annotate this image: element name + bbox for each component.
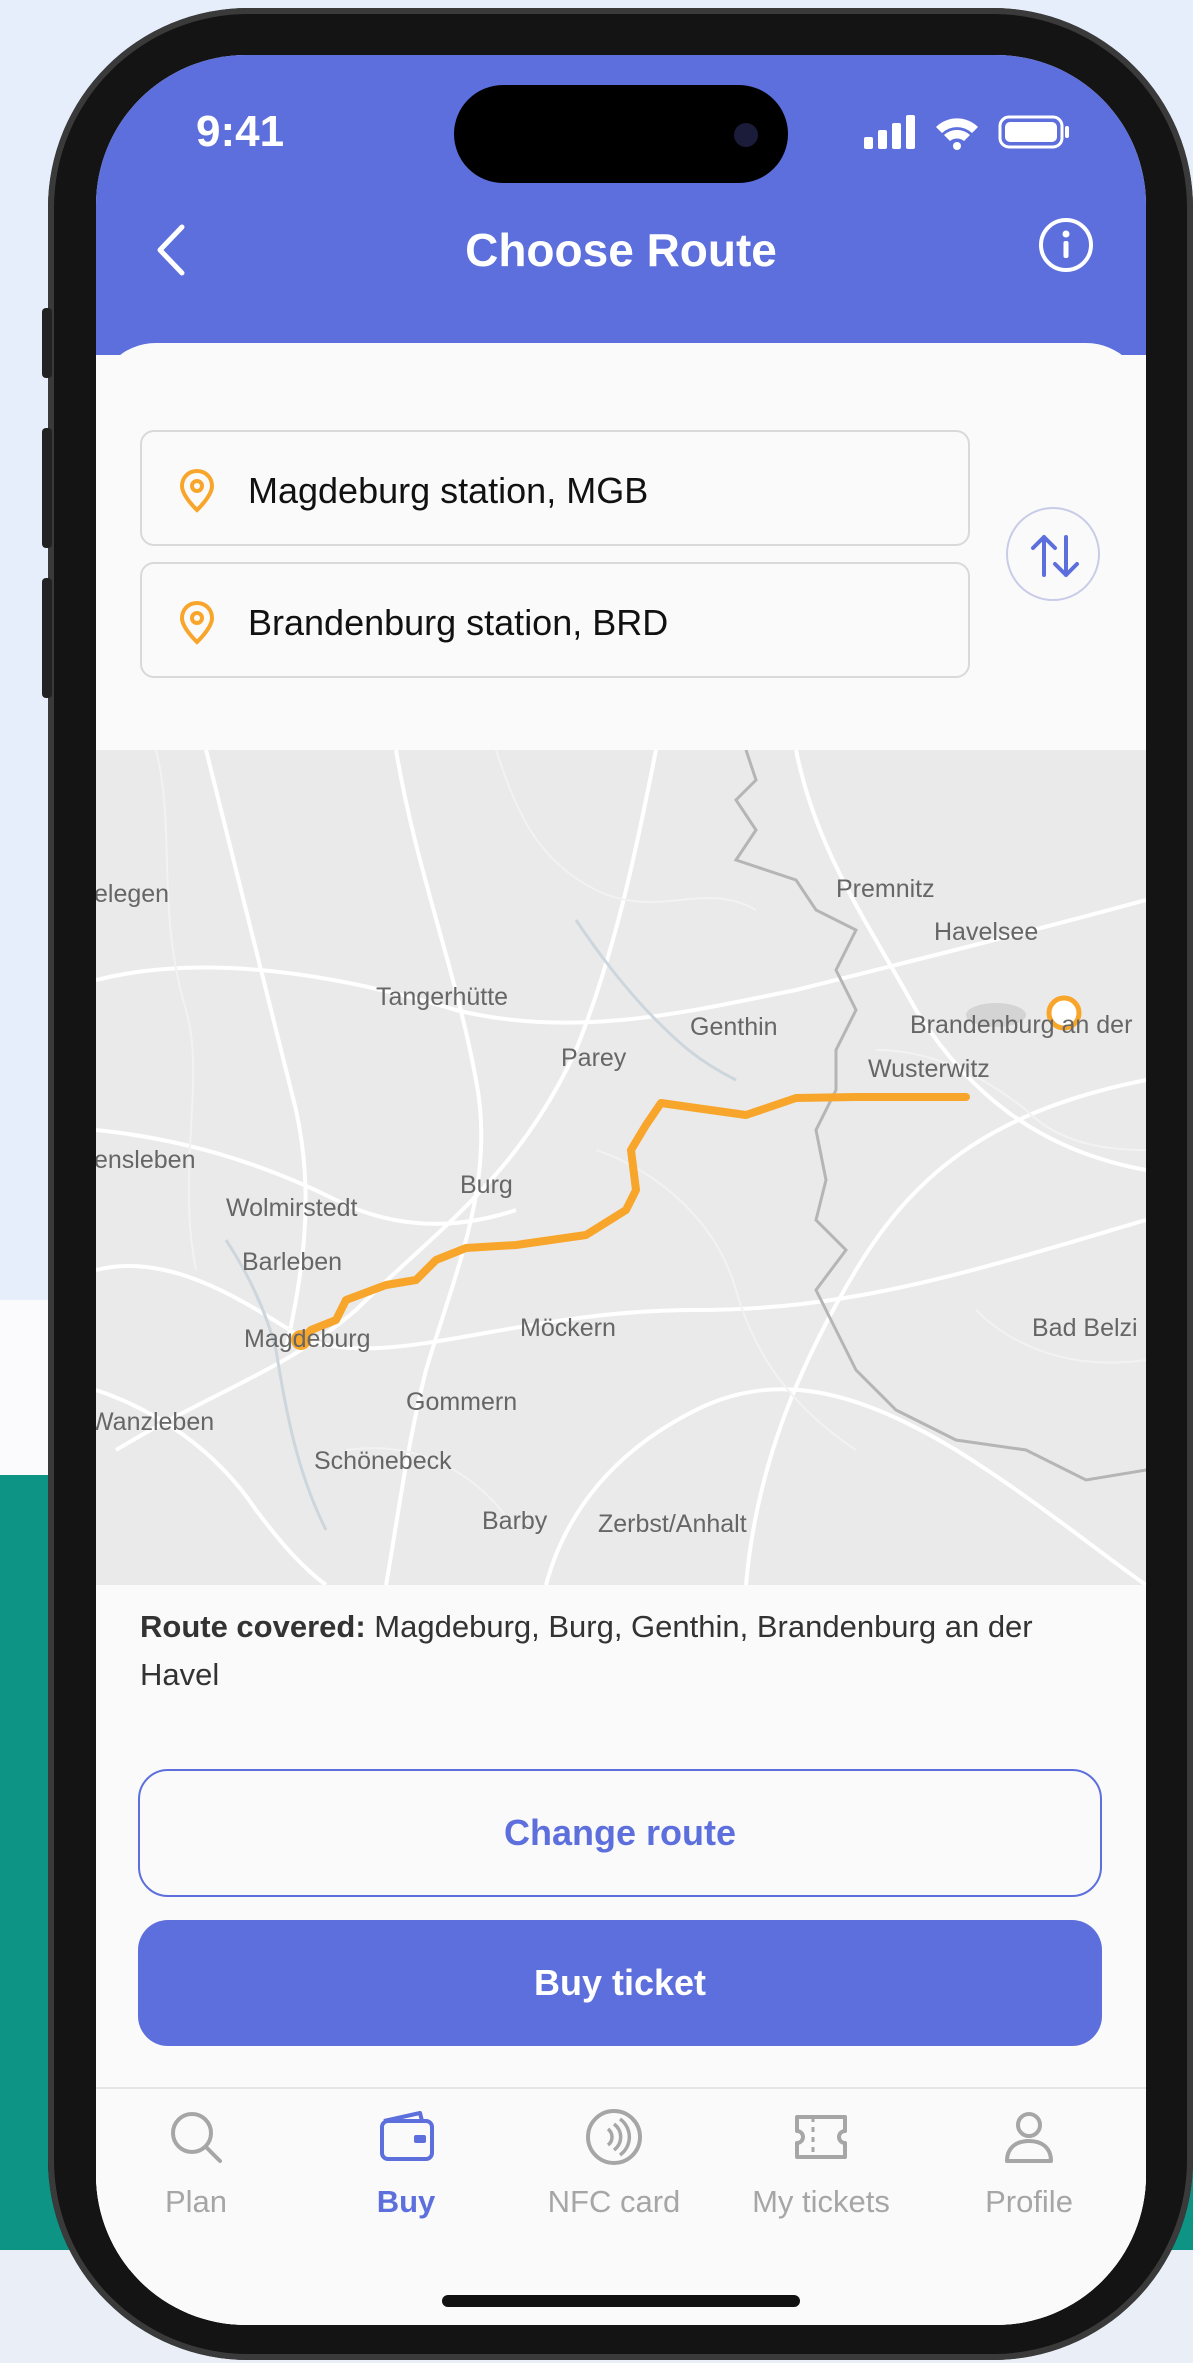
destination-value: Brandenburg station, BRD	[248, 602, 669, 643]
origin-value: Magdeburg station, MGB	[248, 470, 649, 511]
profile-icon	[1005, 2112, 1053, 2163]
route-line	[297, 1093, 970, 1344]
route-covered-label: Route covered:	[140, 1609, 366, 1644]
tab-bar: Plan Buy NFC card My tickets Profile	[96, 2087, 1146, 2325]
ticket-icon	[795, 2115, 847, 2159]
map-label-genthin: Genthin	[690, 1013, 778, 1041]
map-label-wolmirstedt: Wolmirstedt	[226, 1194, 358, 1222]
status-icons	[864, 115, 1069, 150]
buy-ticket-button[interactable]: Buy ticket	[138, 1920, 1102, 2046]
battery-icon	[998, 115, 1069, 149]
map-roads	[96, 750, 1146, 1585]
map-label-bad-belzig: Bad Belzi	[1032, 1314, 1138, 1342]
home-indicator	[442, 2295, 800, 2307]
page-title: Choose Route	[465, 224, 777, 276]
phone-volume-up-button	[42, 428, 52, 548]
change-route-button[interactable]: Change route	[138, 1769, 1102, 1897]
map-label-burg: Burg	[460, 1171, 513, 1199]
map-label-barby: Barby	[482, 1507, 548, 1535]
map-label-havelsee: Havelsee	[934, 918, 1038, 946]
destination-field[interactable]: Brandenburg station, BRD	[140, 562, 970, 678]
tab-plan-label: Plan	[164, 2184, 228, 2219]
status-time: 9:41	[196, 107, 285, 156]
swap-arrows-icon	[1031, 535, 1079, 577]
tab-nfc-card-label: NFC card	[547, 2184, 681, 2219]
map-label-barleben: Barleben	[242, 1248, 342, 1276]
map-minor-roads	[155, 750, 1146, 1531]
location-pin-icon	[179, 600, 215, 645]
nfc-icon	[586, 2109, 642, 2165]
origin-field[interactable]: Magdeburg station, MGB	[140, 430, 970, 546]
wallet-icon	[380, 2111, 434, 2161]
map-label-elegen: elegen	[96, 880, 169, 908]
phone-volume-down-button	[42, 578, 52, 698]
route-map[interactable]: elegen Tangerhütte Premnitz Havelsee Par…	[96, 750, 1146, 1585]
map-label-magdeburg: Magdeburg	[244, 1325, 370, 1353]
tab-my-tickets[interactable]: My tickets	[721, 2089, 921, 2219]
location-pin-icon	[179, 468, 215, 513]
tab-profile[interactable]: Profile	[929, 2089, 1129, 2219]
swap-stations-button[interactable]	[1006, 507, 1100, 601]
map-label-brandenburg: Brandenburg an der	[910, 1011, 1132, 1039]
tab-profile-label: Profile	[985, 2184, 1073, 2219]
tab-plan[interactable]: Plan	[96, 2089, 296, 2219]
map-label-ensleben: ensleben	[96, 1146, 195, 1174]
map-label-gommern: Gommern	[406, 1388, 517, 1416]
map-label-wanzleben: Wanzleben	[96, 1408, 214, 1436]
map-label-schoenebeck: Schönebeck	[314, 1447, 452, 1475]
map-label-moeckern: Möckern	[520, 1314, 616, 1342]
map-label-parey: Parey	[561, 1044, 627, 1072]
info-button[interactable]	[1038, 217, 1094, 273]
map-canvas: elegen Tangerhütte Premnitz Havelsee Par…	[96, 750, 1146, 1585]
state-border	[733, 750, 1146, 1482]
tab-buy-label: Buy	[376, 2184, 436, 2219]
map-label-premnitz: Premnitz	[836, 875, 935, 903]
map-label-zerbst: Zerbst/Anhalt	[598, 1510, 747, 1538]
tab-buy[interactable]: Buy	[306, 2089, 506, 2219]
map-label-wusterwitz: Wusterwitz	[868, 1055, 990, 1083]
phone-action-button	[42, 308, 52, 378]
dynamic-island	[454, 85, 788, 183]
map-label-tangerhuette: Tangerhütte	[376, 983, 508, 1011]
cellular-signal-icon	[864, 115, 915, 149]
tab-my-tickets-label: My tickets	[752, 2184, 890, 2219]
tab-nfc-card[interactable]: NFC card	[514, 2089, 714, 2219]
app-header: 9:41 Choose Route	[96, 55, 1146, 355]
wifi-icon	[936, 118, 978, 150]
search-icon	[171, 2112, 222, 2163]
phone-screen: 9:41 Choose Route Magdeburg station, MGB…	[96, 55, 1146, 2325]
route-covered-text: Route covered: Magdeburg, Burg, Genthin,…	[140, 1603, 1100, 1699]
